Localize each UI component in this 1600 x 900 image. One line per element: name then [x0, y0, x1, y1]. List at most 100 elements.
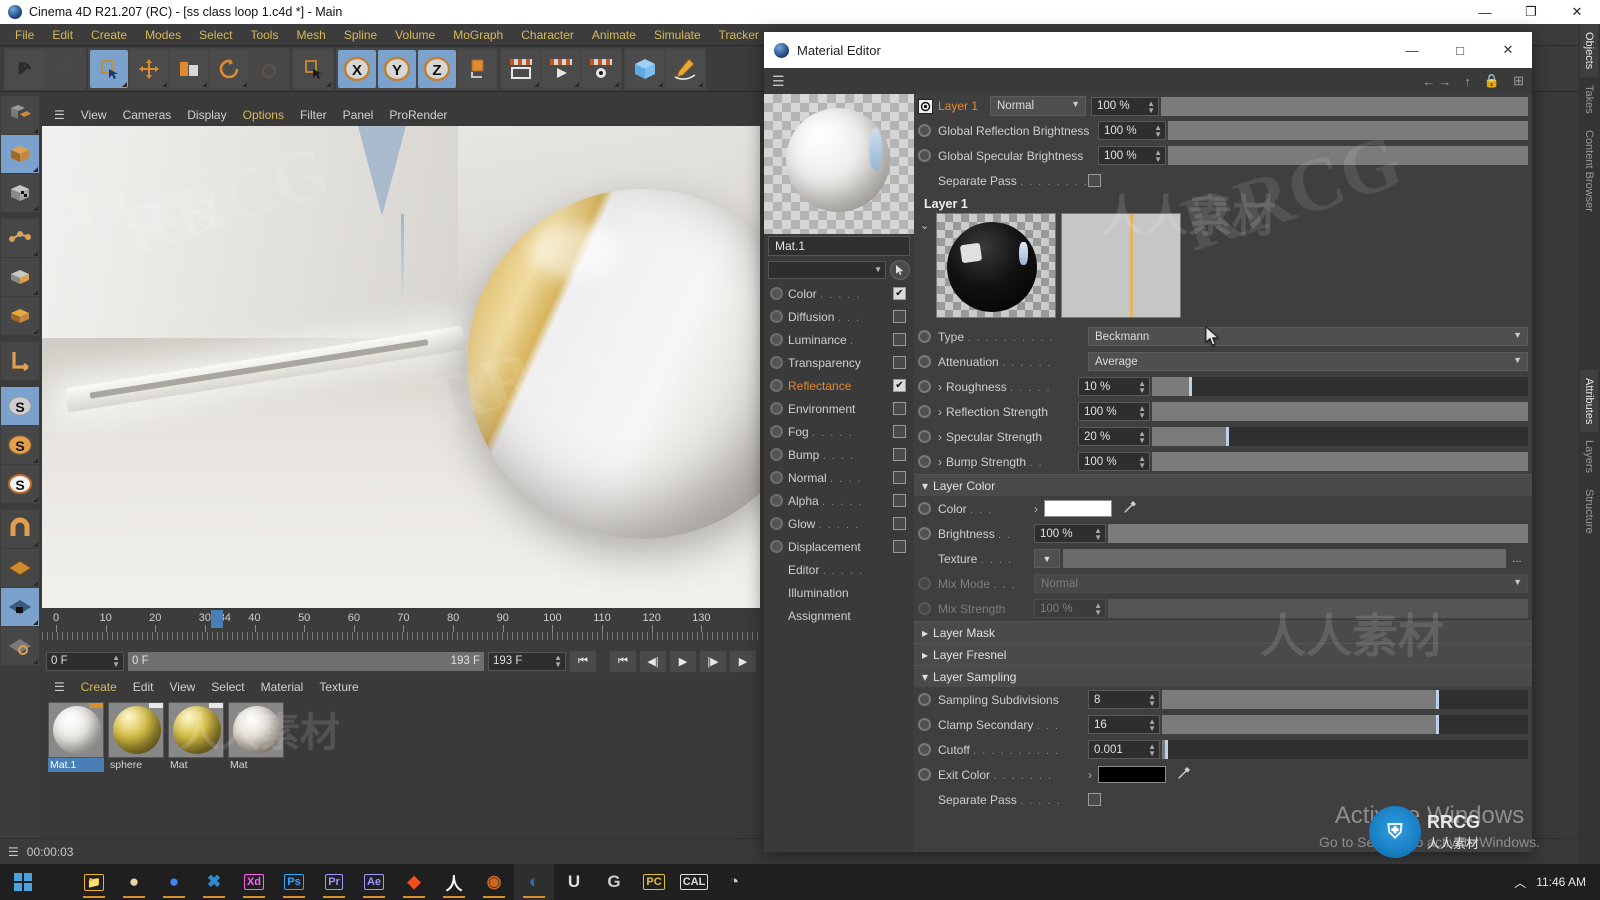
- channel-checkbox[interactable]: [893, 310, 906, 323]
- axis-z-icon[interactable]: Z: [418, 49, 456, 88]
- current-frame-field[interactable]: 0 F ▲ ▼: [46, 651, 124, 671]
- channel-checkbox[interactable]: [893, 356, 906, 369]
- photoshop-icon[interactable]: Ps: [274, 864, 314, 900]
- viewport-panel[interactable]: ☰ View Cameras Display Options Filter Panel Pr…: [42, 104, 760, 608]
- spinner-icon[interactable]: ▲ ▼: [554, 654, 562, 669]
- layer-thumbnails[interactable]: ⌄: [914, 213, 1532, 324]
- channel-glow[interactable]: Glow . . . . .: [764, 512, 914, 535]
- statusbar-hamburger-icon[interactable]: ☰: [8, 845, 19, 859]
- axis-lock-group[interactable]: X Y Z: [336, 47, 498, 90]
- viewport-menu-display[interactable]: Display: [179, 106, 234, 124]
- menu-item-mesh[interactable]: Mesh: [287, 26, 334, 44]
- channel-displacement[interactable]: Displacement: [764, 535, 914, 558]
- material-editor-body[interactable]: Mat.1 ▼ Color . . . . . ✔ Diffusion . . . L…: [764, 94, 1532, 852]
- animate-dot[interactable]: [918, 743, 931, 756]
- viewport-menu-filter[interactable]: Filter: [292, 106, 335, 124]
- material-swatch-list[interactable]: Mat.1 sphere Mat Mat: [42, 698, 760, 776]
- param-slider[interactable]: [1152, 452, 1528, 471]
- expand-arrow-icon[interactable]: ›: [1034, 502, 1038, 516]
- menu-item-select[interactable]: Select: [190, 26, 241, 44]
- timeline-playhead[interactable]: [210, 610, 223, 628]
- material-swatch[interactable]: Mat: [228, 702, 284, 772]
- layer-color-swatch[interactable]: [1044, 500, 1112, 517]
- channel-checkbox[interactable]: ✔: [893, 379, 906, 392]
- spinner-icon[interactable]: ▲ ▼: [1138, 405, 1146, 420]
- redo-icon[interactable]: [46, 49, 84, 88]
- world-coordinate-icon[interactable]: [458, 49, 496, 88]
- spinner-icon[interactable]: ▲ ▼: [1148, 693, 1156, 708]
- texture-dropdown-button[interactable]: ▼: [1034, 549, 1060, 568]
- right-tab-takes[interactable]: Takes: [1580, 77, 1598, 122]
- viewport-menubar[interactable]: ☰ View Cameras Display Options Filter Panel Pr…: [42, 104, 760, 126]
- timeline-ruler[interactable]: 0 10 20 30 34 40 50 60 70 80 90 100 110 120 130: [42, 610, 760, 648]
- channel-toggle-dot[interactable]: [770, 471, 783, 484]
- preview-range-bar[interactable]: 0 F 193 F: [128, 651, 484, 671]
- channel-toggle-dot[interactable]: [770, 494, 783, 507]
- spinner-icon[interactable]: ▲ ▼: [1138, 455, 1146, 470]
- spinner-icon[interactable]: ▲ ▼: [1147, 99, 1155, 114]
- sampling-slider[interactable]: [1162, 690, 1528, 709]
- sampling-slider[interactable]: [1162, 715, 1528, 734]
- material-thumbnail[interactable]: [108, 702, 164, 758]
- right-tab-objects[interactable]: Objects: [1580, 24, 1598, 78]
- layer-sampling-section-header[interactable]: ▾ Layer Sampling: [914, 665, 1532, 687]
- viewport-menu-panel[interactable]: Panel: [335, 106, 382, 124]
- spline-pen-icon[interactable]: [666, 49, 704, 88]
- world-object-axis-group[interactable]: [292, 47, 334, 90]
- sampling-value-field[interactable]: 8 ▲ ▼: [1088, 690, 1160, 709]
- layer-color-section-header[interactable]: ▾ Layer Color: [914, 474, 1532, 496]
- global-row-global-specular-brightness[interactable]: Global Specular Brightness 100 % ▲ ▼: [914, 143, 1532, 168]
- expand-arrow-icon[interactable]: ›: [938, 455, 942, 469]
- sampling-row-cutoff[interactable]: Cutoff . . . . . . . . . . 0.001 ▲ ▼: [914, 737, 1532, 762]
- type-row[interactable]: Type . . . . . . . . . . Beckmann ▼: [914, 324, 1532, 349]
- render-view-icon[interactable]: [502, 49, 540, 88]
- spinner-icon[interactable]: ▲ ▼: [1094, 527, 1102, 542]
- viewport-render[interactable]: [42, 126, 760, 608]
- attenuation-dropdown[interactable]: Average ▼: [1088, 352, 1528, 371]
- go-to-end-button[interactable]: ▶: [730, 650, 756, 672]
- file-explorer-icon[interactable]: 📁: [74, 864, 114, 900]
- channel-environment[interactable]: Environment: [764, 397, 914, 420]
- param-row-specular-strength[interactable]: › Specular Strength 20 % ▲ ▼: [914, 424, 1532, 449]
- animate-dot[interactable]: [918, 430, 931, 443]
- menu-item-volume[interactable]: Volume: [386, 26, 444, 44]
- chevron-down-icon[interactable]: ▾: [922, 670, 928, 684]
- channel-toggle-dot[interactable]: [770, 402, 783, 415]
- channel-toggle-dot[interactable]: [770, 448, 783, 461]
- taskbar-app-list[interactable]: 📁 ● ● ✖ Xd Ps Pr Ae ◆ 人 ◉ ◐ U G PC CAL ◔: [74, 864, 754, 900]
- channel-illumination[interactable]: Illumination: [764, 581, 914, 604]
- chevron-down-icon[interactable]: ▼: [1071, 99, 1080, 109]
- layer-color-color-row[interactable]: Color . . . ›: [914, 496, 1532, 521]
- channel-toggle-dot[interactable]: [770, 540, 783, 553]
- material-swatch[interactable]: sphere: [108, 702, 164, 772]
- type-dropdown[interactable]: Beckmann ▼: [1088, 327, 1528, 346]
- channel-assignment[interactable]: Assignment: [764, 604, 914, 627]
- animate-dot[interactable]: [918, 693, 931, 706]
- axis-x-icon[interactable]: X: [338, 49, 376, 88]
- brightness-animate-dot[interactable]: [918, 527, 931, 540]
- adobe-xd-icon[interactable]: Xd: [234, 864, 274, 900]
- world-object-axis-icon[interactable]: [294, 49, 332, 88]
- material-menu-material[interactable]: Material: [253, 678, 312, 696]
- material-swatch[interactable]: Mat.1: [48, 702, 104, 772]
- channel-fog[interactable]: Fog . . . . .: [764, 420, 914, 443]
- animate-dot[interactable]: [918, 405, 931, 418]
- right-tab-structure[interactable]: Structure: [1580, 481, 1598, 542]
- spinner-icon[interactable]: ▲ ▼: [1148, 718, 1156, 733]
- global-slider[interactable]: [1168, 146, 1528, 165]
- spinner-icon[interactable]: ▲ ▼: [112, 654, 120, 669]
- channel-toggle-dot[interactable]: [770, 517, 783, 530]
- reflectance-parameter-rows[interactable]: › Roughness . . . . . 10 % ▲ ▼ › Reflection St…: [914, 374, 1532, 474]
- global-row-global-reflection-brightness[interactable]: Global Reflection Brightness 100 % ▲ ▼: [914, 118, 1532, 143]
- up-level-icon[interactable]: ↑: [1464, 74, 1471, 89]
- channel-toggle-dot[interactable]: [770, 425, 783, 438]
- left-toolbar[interactable]: S S S: [0, 92, 40, 840]
- expand-arrow-icon[interactable]: ›: [938, 405, 942, 419]
- expand-arrow-icon[interactable]: ›: [938, 380, 942, 394]
- undo-icon[interactable]: [6, 49, 44, 88]
- play-button[interactable]: ▶: [670, 650, 696, 672]
- window-controls[interactable]: — ❐ ✕: [1462, 0, 1600, 24]
- menu-item-modes[interactable]: Modes: [136, 26, 190, 44]
- workplane-rotate-icon[interactable]: [1, 627, 39, 665]
- layer-texture-row[interactable]: Texture . . . . ▼ ...: [914, 546, 1532, 571]
